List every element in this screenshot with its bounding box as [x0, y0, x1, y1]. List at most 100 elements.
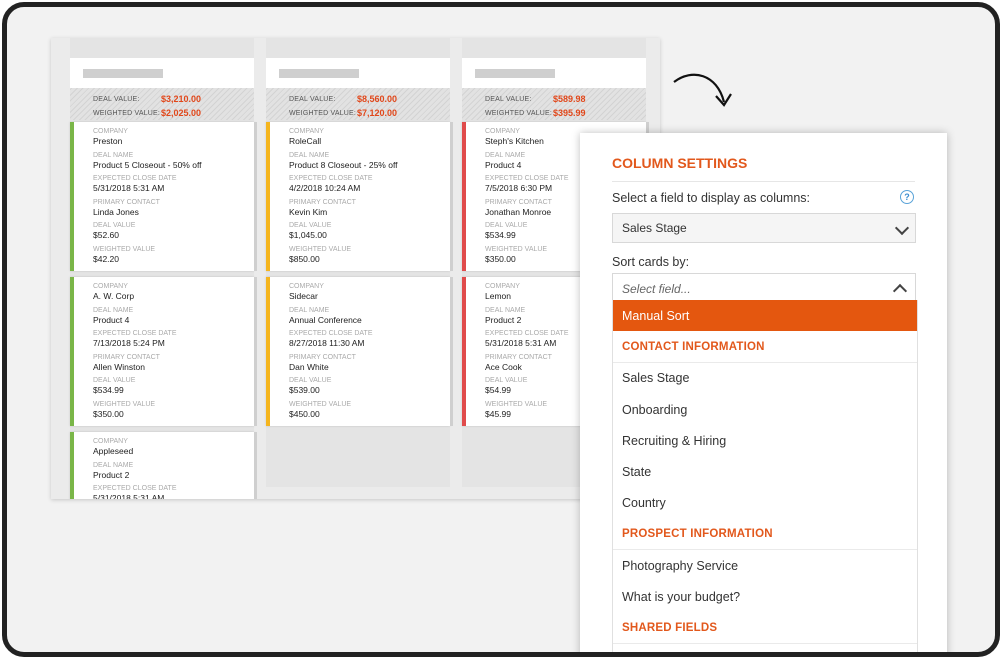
- divider: [612, 181, 915, 182]
- card-field-company: COMPANY Steph's Kitchen: [485, 128, 544, 146]
- card-field-company: COMPANY Lemon: [485, 283, 520, 301]
- card-field-deal-value: DEAL VALUE $539.00: [289, 377, 332, 395]
- column-settings-panel: COLUMN SETTINGS Select a field to displa…: [580, 133, 947, 652]
- card-field-contact: PRIMARY CONTACT Linda Jones: [93, 198, 160, 217]
- weighted-value-summary: WEIGHTED VALUE: $395.99: [485, 108, 586, 118]
- card-field-close-date: EXPECTED CLOSE DATE 7/5/2018 6:30 PM: [485, 175, 569, 193]
- card-field-deal-name: DEAL NAME Product 2: [485, 306, 526, 325]
- deal-value-summary: DEAL VALUE: $8,560.00: [289, 94, 398, 104]
- card-field-contact: PRIMARY CONTACT Dan White: [289, 353, 356, 372]
- card-field-contact: PRIMARY CONTACT Allen Winston: [93, 353, 160, 372]
- card-field-deal-name: DEAL NAME Product 4: [93, 306, 134, 325]
- column-header: [70, 58, 254, 88]
- dropdown-group-header: CONTACT INFORMATION: [613, 331, 917, 364]
- chevron-up-icon: [892, 283, 908, 299]
- card-field-deal-value: DEAL VALUE $534.99: [93, 377, 136, 395]
- card-field-company: COMPANY Preston: [93, 128, 128, 146]
- column-summary: DEAL VALUE: $3,210.00 WEIGHTED VALUE: $2,0…: [70, 88, 254, 120]
- curved-arrow-icon: [673, 73, 732, 107]
- weighted-value-summary: WEIGHTED VALUE: $7,120.00: [289, 108, 398, 118]
- card-field-deal-name: DEAL NAME Product 4: [485, 151, 526, 170]
- deal-card[interactable]: COMPANY Sidecar DEAL NAME Annual Confere…: [266, 277, 453, 426]
- dropdown-group-header: SHARED FIELDS: [613, 612, 917, 644]
- card-scrollbar[interactable]: [450, 122, 453, 271]
- column-summary: DEAL VALUE: $589.98 WEIGHTED VALUE: $395.9…: [462, 88, 646, 120]
- deal-card[interactable]: COMPANY A. W. Corp DEAL NAME Product 4 E…: [70, 277, 257, 426]
- card-field-contact: PRIMARY CONTACT Kevin Kim: [289, 198, 356, 217]
- help-icon[interactable]: ?: [900, 190, 914, 204]
- card-field-close-date: EXPECTED CLOSE DATE 5/31/2018 5:31 AM: [93, 485, 177, 499]
- dropdown-option[interactable]: State: [613, 456, 917, 487]
- columns-field-value: Sales Stage: [622, 221, 687, 235]
- dropdown-item-label: SHARED FIELDS: [622, 622, 718, 634]
- chevron-down-icon: [894, 220, 910, 236]
- card-field-weighted-value: WEIGHTED VALUE $350.00: [485, 245, 548, 264]
- card-field-close-date: EXPECTED CLOSE DATE 5/31/2018 5:31 AM: [485, 330, 569, 348]
- card-field-deal-name: DEAL NAME Product 2: [93, 461, 134, 480]
- card-scrollbar[interactable]: [254, 277, 257, 426]
- card-field-contact: PRIMARY CONTACT Ace Cook: [485, 353, 552, 372]
- card-field-deal-name: DEAL NAME Product 5 Closeout - 50% off: [93, 151, 202, 170]
- dropdown-group-header: PROSPECT INFORMATION: [613, 518, 917, 551]
- card-field-close-date: EXPECTED CLOSE DATE 4/2/2018 10:24 AM: [289, 175, 373, 193]
- columns-field-select[interactable]: Sales Stage: [612, 213, 916, 243]
- card-field-close-date: EXPECTED CLOSE DATE 8/27/2018 11:30 AM: [289, 330, 373, 348]
- board-column: DEAL VALUE: $3,210.00 WEIGHTED VALUE: $2,0…: [70, 38, 257, 499]
- card-field-contact: PRIMARY CONTACT Jonathan Monroe: [485, 198, 552, 217]
- dropdown-option[interactable]: Recruiting & Hiring: [613, 425, 917, 456]
- dropdown-item-label: Recruiting & Hiring: [622, 433, 727, 448]
- panel-title: COLUMN SETTINGS: [612, 155, 748, 171]
- dropdown-option[interactable]: Country: [613, 487, 917, 518]
- weighted-value-summary: WEIGHTED VALUE: $2,025.00: [93, 108, 202, 118]
- deal-value-summary: DEAL VALUE: $589.98: [485, 94, 586, 104]
- card-field-weighted-value: WEIGHTED VALUE $42.20: [93, 245, 156, 264]
- card-field-close-date: EXPECTED CLOSE DATE 5/31/2018 5:31 AM: [93, 175, 177, 193]
- sort-field-dropdown: Manual Sort CONTACT INFORMATION Sales Stag…: [612, 300, 918, 652]
- dropdown-item-label: Country: [622, 496, 666, 511]
- sort-field-placeholder: Select field...: [622, 282, 691, 296]
- column-header: [266, 58, 450, 88]
- kanban-board: DEAL VALUE: $3,210.00 WEIGHTED VALUE: $2,0…: [51, 38, 660, 499]
- card-field-company: COMPANY RoleCall: [289, 128, 324, 146]
- card-field-company: COMPANY A. W. Corp: [93, 283, 135, 301]
- board-column: DEAL VALUE: $8,560.00 WEIGHTED VALUE: $7,1…: [266, 38, 453, 499]
- deal-card[interactable]: COMPANY Preston DEAL NAME Product 5 Clos…: [70, 122, 257, 271]
- dropdown-option[interactable]: Onboarding: [613, 394, 917, 425]
- card-scrollbar[interactable]: [450, 277, 453, 426]
- deal-card[interactable]: COMPANY RoleCall DEAL NAME Product 8 Clo…: [266, 122, 453, 271]
- column-header: [462, 58, 646, 88]
- dropdown-option[interactable]: Manual Sort: [613, 300, 917, 331]
- dropdown-item-label: State: [622, 465, 652, 479]
- card-field-deal-value: DEAL VALUE $534.99: [485, 222, 528, 240]
- deal-card[interactable]: COMPANY Appleseed DEAL NAME Product 2 EX…: [70, 432, 257, 499]
- columns-field-label: Select a field to display as columns:: [612, 191, 811, 205]
- dropdown-option[interactable]: Photography Service: [613, 550, 917, 581]
- column-title-placeholder: [279, 69, 359, 78]
- sort-label: Sort cards by:: [612, 255, 690, 269]
- dropdown-item-label: Sales Stage: [622, 371, 690, 386]
- dropdown-option[interactable]: What is your budget?: [613, 581, 917, 612]
- column-summary: DEAL VALUE: $8,560.00 WEIGHTED VALUE: $7,1…: [266, 88, 450, 120]
- card-field-company: COMPANY Appleseed: [93, 438, 134, 456]
- card-field-company: COMPANY Sidecar: [289, 283, 324, 301]
- dropdown-item-label: CONTACT INFORMATION: [622, 341, 765, 354]
- card-field-weighted-value: WEIGHTED VALUE $45.99: [485, 400, 548, 419]
- card-field-deal-value: DEAL VALUE $54.99: [485, 377, 528, 395]
- column-title-placeholder: [83, 69, 163, 78]
- screenshot-frame: DEAL VALUE: $3,210.00 WEIGHTED VALUE: $2,0…: [2, 2, 1000, 657]
- dropdown-option[interactable]: Sales Stage: [613, 362, 917, 393]
- card-field-weighted-value: WEIGHTED VALUE $350.00: [93, 400, 156, 419]
- card-scrollbar[interactable]: [254, 432, 257, 499]
- dropdown-item-label: Manual Sort: [622, 309, 690, 323]
- card-field-close-date: EXPECTED CLOSE DATE 7/13/2018 5:24 PM: [93, 330, 177, 348]
- card-scrollbar[interactable]: [254, 122, 257, 271]
- card-field-deal-value: DEAL VALUE $52.60: [93, 222, 136, 240]
- card-field-weighted-value: WEIGHTED VALUE $850.00: [289, 245, 352, 264]
- deal-value-summary: DEAL VALUE: $3,210.00: [93, 94, 202, 104]
- column-title-placeholder: [475, 69, 555, 78]
- sort-field-select[interactable]: Select field...: [612, 273, 916, 301]
- dropdown-item-label: Photography Service: [622, 558, 739, 573]
- dropdown-item-label: Onboarding: [622, 402, 688, 417]
- card-field-weighted-value: WEIGHTED VALUE $450.00: [289, 400, 352, 419]
- dropdown-item-label: PROSPECT INFORMATION: [622, 528, 773, 541]
